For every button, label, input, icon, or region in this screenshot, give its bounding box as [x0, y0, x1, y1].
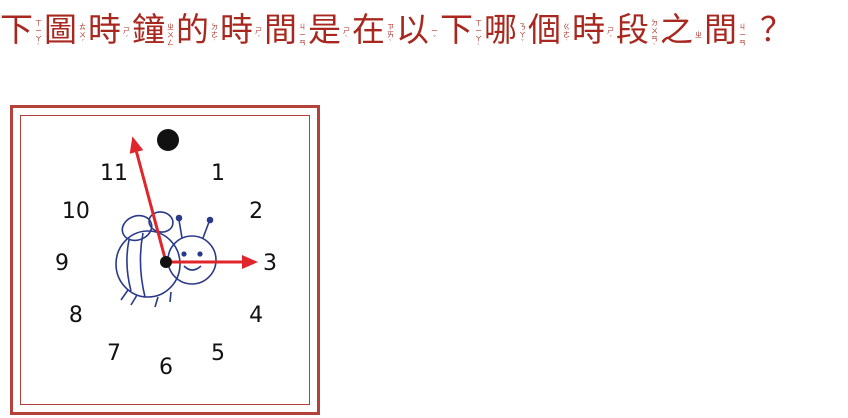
clock-numeral: 1: [211, 161, 225, 186]
clock-center-pin: [160, 256, 172, 268]
clock-numeral: 5: [211, 341, 225, 366]
clock-numerals: 12 3 45 6 78 9 10 11: [55, 161, 277, 380]
clock-numeral: 10: [62, 199, 90, 224]
minute-hand-arrowhead: [129, 136, 144, 154]
clock-numeral: 7: [107, 341, 121, 366]
clock-numeral: 8: [69, 303, 83, 328]
twelve-dot: [157, 129, 179, 151]
clock-numeral: 3: [263, 251, 277, 276]
clock-numeral: 4: [249, 303, 263, 328]
clock-numeral: 9: [55, 251, 69, 276]
hour-hand-arrowhead: [242, 255, 258, 269]
clock-face: 12 3 45 6 78 9 10 11: [55, 129, 277, 380]
clock-numeral: 6: [159, 355, 173, 380]
clock-hands: [129, 136, 258, 269]
clock-numeral: 11: [100, 161, 128, 186]
clock-numeral: 2: [249, 199, 263, 224]
